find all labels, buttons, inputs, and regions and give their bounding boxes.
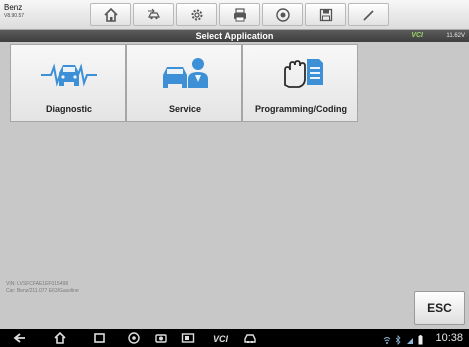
help-button[interactable] bbox=[262, 3, 303, 26]
nav-vci-button[interactable]: VCI bbox=[212, 331, 234, 345]
svg-text:VCI: VCI bbox=[213, 334, 229, 344]
car-text: Car: Benz/211.077 E63/Gasoline bbox=[6, 287, 79, 294]
clock: 10:38 bbox=[435, 332, 463, 344]
page-title: Select Application bbox=[195, 31, 274, 41]
home-button[interactable] bbox=[90, 3, 131, 26]
camera-icon bbox=[155, 334, 167, 343]
nav-car-button[interactable] bbox=[243, 331, 257, 345]
vehicle-info: Benz V8.90.57 bbox=[4, 4, 24, 19]
save-icon bbox=[319, 8, 332, 21]
signal-icon bbox=[406, 338, 413, 344]
vehicle-swap-icon bbox=[147, 8, 160, 19]
vin-text: VIN: LVSFCFAE1EF015498 bbox=[6, 281, 69, 287]
esc-button[interactable]: ESC bbox=[414, 291, 465, 325]
tile-programming-coding-label: Programming/Coding bbox=[255, 104, 347, 114]
battery-icon bbox=[418, 335, 423, 345]
home-icon bbox=[103, 7, 118, 22]
vci-icon: VCI bbox=[213, 334, 229, 344]
car-icon bbox=[244, 334, 256, 343]
browser-icon bbox=[128, 332, 140, 344]
pen-icon bbox=[362, 9, 374, 21]
vci-status: VCI bbox=[411, 32, 423, 39]
tile-diagnostic[interactable]: Diagnostic bbox=[10, 44, 126, 122]
status-icons bbox=[383, 332, 423, 347]
print-button[interactable] bbox=[219, 3, 260, 26]
nav-back-button[interactable] bbox=[13, 331, 27, 345]
tile-programming-coding[interactable]: Programming/Coding bbox=[242, 44, 358, 122]
save-button[interactable] bbox=[305, 3, 346, 26]
tile-service[interactable]: Service bbox=[126, 44, 242, 122]
tile-diagnostic-label: Diagnostic bbox=[45, 104, 92, 114]
vehicle-identification: VIN: LVSFCFAE1EF015498 Car: Benz/211.077… bbox=[6, 281, 79, 294]
gear-icon bbox=[191, 9, 202, 20]
software-version: V8.90.57 bbox=[4, 13, 25, 19]
car-service-icon bbox=[163, 58, 208, 88]
car-diagnostic-icon bbox=[41, 63, 97, 87]
nav-camera-button[interactable] bbox=[154, 331, 168, 345]
app-screen: Benz V8.90.57 Select Application VCI 11.… bbox=[0, 0, 469, 347]
tile-service-label: Service bbox=[168, 104, 202, 114]
back-icon bbox=[13, 333, 25, 343]
hand-document-icon bbox=[284, 59, 323, 88]
settings-button[interactable] bbox=[176, 3, 217, 26]
nav-screen-capture-button[interactable] bbox=[181, 331, 195, 345]
vehicle-swap-button[interactable] bbox=[133, 3, 174, 26]
nav-recent-apps-button[interactable] bbox=[92, 331, 106, 345]
help-icon bbox=[275, 7, 290, 22]
recent-apps-icon bbox=[94, 333, 105, 343]
nav-home-button[interactable] bbox=[53, 331, 67, 345]
battery-voltage: 11.62V bbox=[446, 33, 465, 39]
data-logging-button[interactable] bbox=[348, 3, 389, 26]
system-navigation-bar: VCI 10:38 bbox=[0, 329, 469, 347]
title-bar: Select Application VCI 11.62V bbox=[0, 30, 469, 42]
screen-capture-icon bbox=[181, 333, 195, 343]
top-toolbar: Benz V8.90.57 bbox=[0, 0, 469, 30]
wifi-icon bbox=[383, 337, 390, 344]
home-icon bbox=[54, 331, 66, 344]
vehicle-make: Benz bbox=[4, 3, 23, 12]
nav-browser-button[interactable] bbox=[127, 331, 141, 345]
bluetooth-icon bbox=[395, 335, 401, 345]
printer-icon bbox=[233, 7, 246, 21]
